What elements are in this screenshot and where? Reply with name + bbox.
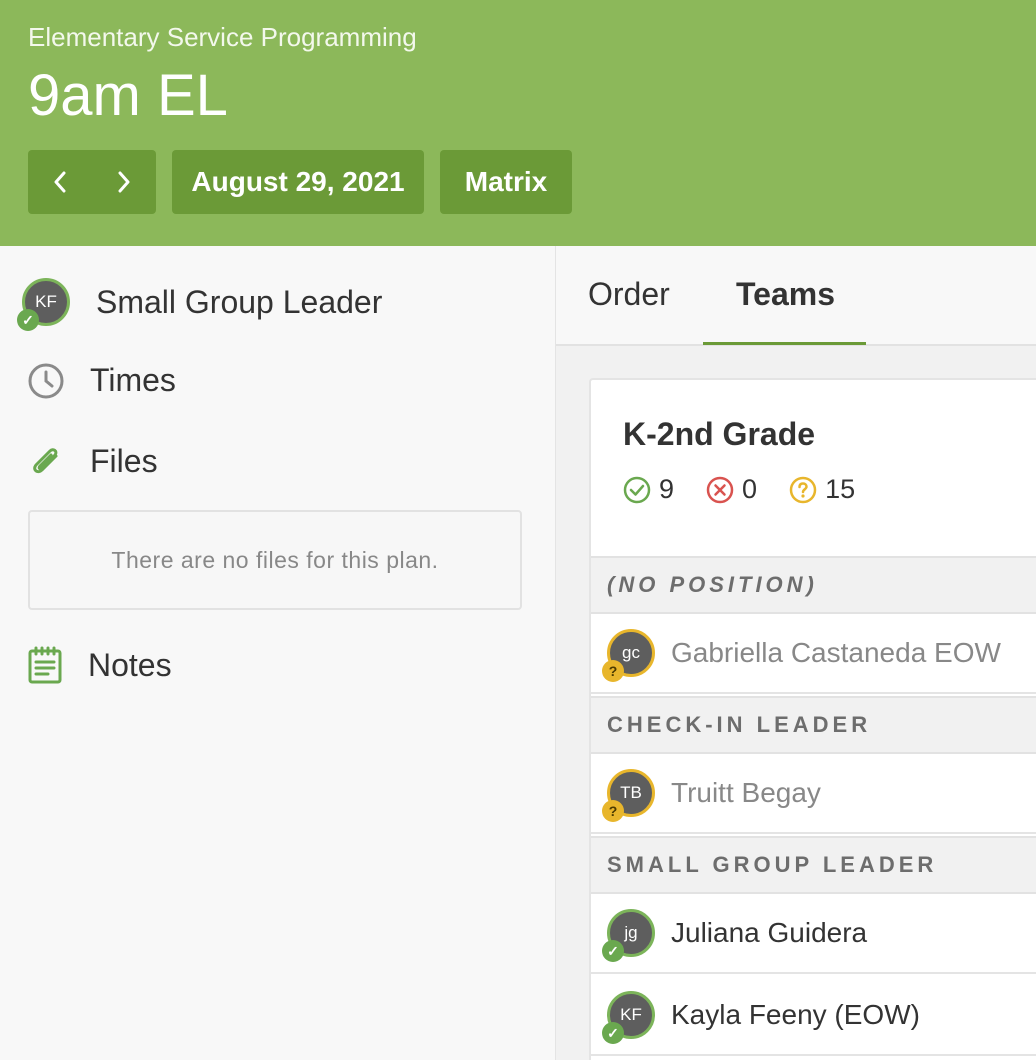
team-card: K-2nd Grade 9 0 15 (NO POSITION) gc ? Ga…: [589, 378, 1036, 1060]
plan-header: Elementary Service Programming 9am EL Au…: [0, 0, 1036, 246]
pending-question-icon: ?: [602, 660, 624, 682]
check-circle-icon: [623, 476, 651, 503]
previous-plan-button[interactable]: [28, 150, 92, 214]
team-name[interactable]: K-2nd Grade: [623, 416, 815, 453]
active-tab-indicator: [703, 342, 866, 345]
team-status-counts: 9 0 15: [623, 474, 887, 505]
team-member-row[interactable]: gc ? Gabriella Castaneda EOW: [591, 614, 1036, 694]
team-member-row[interactable]: KF ✓ Kayla Feeny (EOW): [591, 976, 1036, 1056]
clock-icon: [28, 363, 64, 398]
pending-count-value: 15: [825, 474, 856, 504]
sidebar-item-notes[interactable]: Notes: [28, 646, 172, 684]
plan-navigation: [28, 150, 156, 214]
sidebar-item-files[interactable]: Files: [28, 442, 158, 480]
paperclip-icon: [33, 448, 58, 474]
pending-question-icon: ?: [602, 800, 624, 822]
plan-tabs: Order Teams: [556, 246, 1036, 346]
team-member-name: Kayla Feeny (EOW): [671, 999, 920, 1030]
x-circle-icon: [706, 476, 734, 503]
declined-count-value: 0: [742, 474, 758, 504]
sidebar-item-label: Notes: [88, 646, 172, 683]
avatar: KF ✓: [17, 278, 70, 331]
team-member-name: Juliana Guidera: [671, 917, 868, 948]
position-header: SMALL GROUP LEADER: [591, 836, 1036, 894]
tab-teams[interactable]: Teams: [736, 276, 835, 313]
avatar: TB ?: [602, 769, 655, 822]
service-type-name[interactable]: Elementary Service Programming: [28, 22, 417, 53]
pending-count: 15: [789, 474, 855, 505]
plan-date-button[interactable]: August 29, 2021: [172, 150, 424, 214]
my-role-label: Small Group Leader: [96, 283, 383, 320]
avatar-initials: KF: [620, 1005, 642, 1024]
avatar: KF ✓: [602, 991, 655, 1044]
avatar: gc ?: [602, 629, 655, 682]
team-member-row[interactable]: jg ✓ Juliana Guidera: [591, 894, 1036, 974]
team-member-row[interactable]: TB ? Truitt Begay: [591, 754, 1036, 834]
confirmed-count: 9: [623, 474, 674, 505]
plan-sidebar: KF ✓ Small Group Leader Times Files Ther…: [0, 246, 556, 1060]
question-circle-icon: [789, 476, 817, 503]
confirmed-check-icon: ✓: [602, 940, 624, 962]
position-header: CHECK-IN LEADER: [591, 696, 1036, 754]
avatar-initials: KF: [35, 292, 57, 311]
team-member-name: Gabriella Castaneda EOW: [671, 637, 1001, 668]
position-header: (NO POSITION): [591, 556, 1036, 614]
avatar-initials: TB: [620, 783, 642, 802]
team-member-name: Truitt Begay: [671, 777, 821, 808]
matrix-button[interactable]: Matrix: [440, 150, 572, 214]
plan-title: 9am EL: [28, 63, 228, 128]
confirmed-count-value: 9: [659, 474, 675, 504]
files-empty-state: There are no files for this plan.: [28, 510, 522, 610]
avatar-initials: jg: [624, 923, 638, 942]
notepad-icon: [28, 646, 62, 684]
sidebar-item-times[interactable]: Times: [28, 362, 176, 399]
sidebar-item-label: Times: [90, 362, 176, 398]
sidebar-item-label: Files: [90, 442, 158, 479]
confirmed-check-icon: ✓: [17, 309, 39, 331]
chevron-right-icon: [118, 171, 130, 193]
avatar: jg ✓: [602, 909, 655, 962]
my-role-item[interactable]: KF ✓ Small Group Leader: [17, 278, 383, 331]
chevron-left-icon: [54, 171, 66, 193]
avatar-initials: gc: [622, 643, 640, 662]
tab-order[interactable]: Order: [588, 276, 670, 313]
plan-main-panel: Order Teams K-2nd Grade 9 0 15 (NO POSIT…: [556, 246, 1036, 1060]
declined-count: 0: [706, 474, 757, 505]
next-plan-button[interactable]: [92, 150, 156, 214]
confirmed-check-icon: ✓: [602, 1022, 624, 1044]
